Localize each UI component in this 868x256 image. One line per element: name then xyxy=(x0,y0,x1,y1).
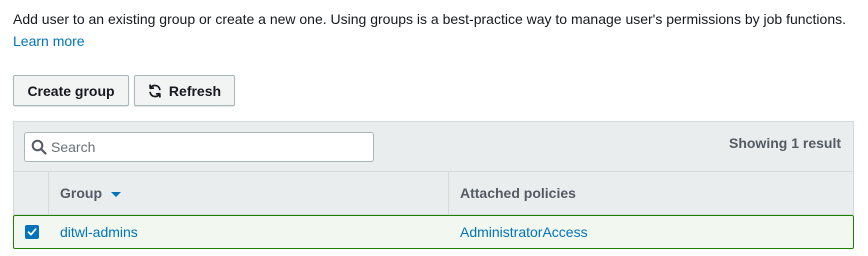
checkmark-icon xyxy=(27,228,37,236)
row-select-cell xyxy=(14,216,49,248)
refresh-icon xyxy=(148,83,162,98)
search-box[interactable] xyxy=(24,132,374,162)
select-column-header xyxy=(14,172,49,214)
group-cell: ditwl-admins xyxy=(49,216,138,248)
result-count: Showing 1 result xyxy=(728,135,841,151)
description-text: Add user to an existing group or create … xyxy=(13,11,846,27)
policy-link[interactable]: AdministratorAccess xyxy=(460,224,588,240)
column-header-group-label: Group xyxy=(60,185,102,201)
search-icon xyxy=(31,139,47,155)
group-link[interactable]: ditwl-admins xyxy=(60,224,138,240)
row-checkbox[interactable] xyxy=(24,225,39,239)
groups-table: Showing 1 result Group Attached policies… xyxy=(13,121,854,251)
filter-bar: Showing 1 result xyxy=(13,121,854,172)
search-input[interactable] xyxy=(51,136,369,158)
column-header-attached-policies: Attached policies xyxy=(449,172,853,214)
create-group-label: Create group xyxy=(27,82,115,99)
policies-cell: AdministratorAccess xyxy=(449,216,588,248)
description: Add user to an existing group or create … xyxy=(13,8,863,52)
learn-more-link[interactable]: Learn more xyxy=(13,33,85,49)
sort-descending-icon xyxy=(111,191,121,197)
refresh-label: Refresh xyxy=(168,82,222,99)
refresh-button[interactable]: Refresh xyxy=(134,75,235,106)
table-row[interactable]: ditwl-admins AdministratorAccess xyxy=(13,215,854,249)
column-header-policies-label: Attached policies xyxy=(460,185,576,201)
table-header: Group Attached policies xyxy=(13,172,854,215)
column-header-group[interactable]: Group xyxy=(49,172,449,214)
create-group-button[interactable]: Create group xyxy=(13,75,129,106)
